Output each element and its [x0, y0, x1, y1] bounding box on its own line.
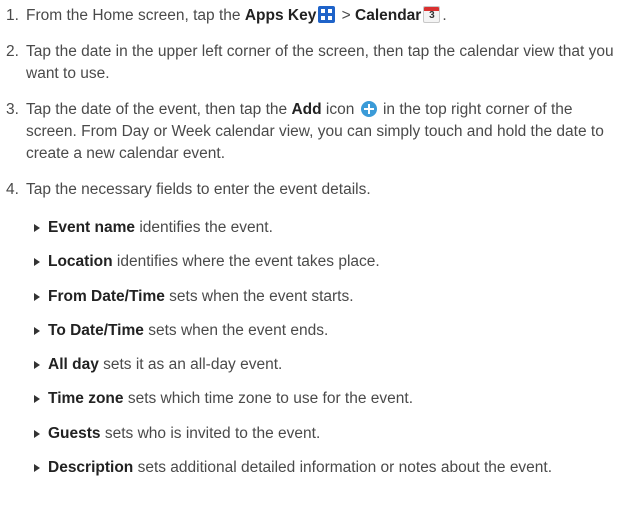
step-number: 2. — [6, 43, 19, 60]
field-description: sets which time zone to use for the even… — [123, 390, 413, 407]
field-description: identifies where the event takes place. — [112, 253, 380, 270]
step-number: 1. — [6, 7, 19, 24]
step-number: 3. — [6, 101, 19, 118]
step-text: From the Home screen, tap the Apps Key >… — [26, 5, 625, 27]
field-description: sets who is invited to the event. — [100, 425, 321, 442]
field-term: Time zone — [48, 390, 124, 407]
step-2: 2. Tap the date in the upper left corner… — [0, 41, 625, 85]
field-item-guests: Guests sets who is invited to the event. — [34, 423, 625, 445]
step-4: 4. Tap the necessary fields to enter the… — [0, 179, 625, 201]
field-term: From Date/Time — [48, 288, 165, 305]
field-item-location: Location identifies where the event take… — [34, 251, 625, 273]
field-item-to-date-time: To Date/Time sets when the event ends. — [34, 320, 625, 342]
step-text-part: > — [337, 7, 355, 24]
triangle-bullet-icon — [34, 293, 40, 301]
step-text-part: . — [442, 7, 447, 24]
step-text: Tap the date in the upper left corner of… — [26, 43, 614, 82]
add-label: Add — [291, 101, 322, 118]
calendar-icon-day: 3 — [429, 10, 435, 21]
triangle-bullet-icon — [34, 224, 40, 232]
field-term: Event name — [48, 219, 136, 236]
step-3: 3. Tap the date of the event, then tap t… — [0, 99, 625, 165]
field-item-description: Description sets additional detailed inf… — [34, 457, 625, 479]
triangle-bullet-icon — [34, 258, 40, 266]
field-description: identifies the event. — [135, 219, 273, 236]
field-description: sets when the event starts. — [164, 288, 354, 305]
triangle-bullet-icon — [34, 395, 40, 403]
apps-key-label: Apps Key — [244, 7, 317, 24]
field-item-time-zone: Time zone sets which time zone to use fo… — [34, 388, 625, 410]
apps-grid-icon — [318, 6, 336, 23]
field-item-all-day: All day sets it as an all-day event. — [34, 354, 625, 376]
field-term: All day — [48, 356, 99, 373]
triangle-bullet-icon — [34, 464, 40, 472]
field-description: sets additional detailed information or … — [133, 459, 553, 476]
step-text-part: From the Home screen, tap the — [26, 7, 245, 24]
field-term: Description — [48, 459, 134, 476]
triangle-bullet-icon — [34, 361, 40, 369]
field-item-from-date-time: From Date/Time sets when the event start… — [34, 286, 625, 308]
field-term: To Date/Time — [48, 322, 144, 339]
field-term: Guests — [48, 425, 101, 442]
field-term: Location — [48, 253, 113, 270]
field-description: sets when the event ends. — [143, 322, 329, 339]
step-text-part: Tap the date of the event, then tap the — [26, 101, 292, 118]
add-plus-icon — [360, 101, 377, 117]
step-text: Tap the date of the event, then tap the … — [26, 99, 625, 165]
calendar-app-icon: 3 — [423, 6, 441, 23]
step-number: 4. — [6, 181, 19, 198]
field-description: sets it as an all-day event. — [98, 356, 283, 373]
triangle-bullet-icon — [34, 327, 40, 335]
field-item-event-name: Event name identifies the event. — [34, 217, 625, 239]
step-text: Tap the necessary fields to enter the ev… — [26, 181, 371, 198]
instructions-page: 1. From the Home screen, tap the Apps Ke… — [0, 0, 631, 517]
step-text-part: icon — [321, 101, 359, 118]
step-1: 1. From the Home screen, tap the Apps Ke… — [0, 5, 625, 27]
calendar-label: Calendar — [355, 7, 422, 24]
triangle-bullet-icon — [34, 430, 40, 438]
